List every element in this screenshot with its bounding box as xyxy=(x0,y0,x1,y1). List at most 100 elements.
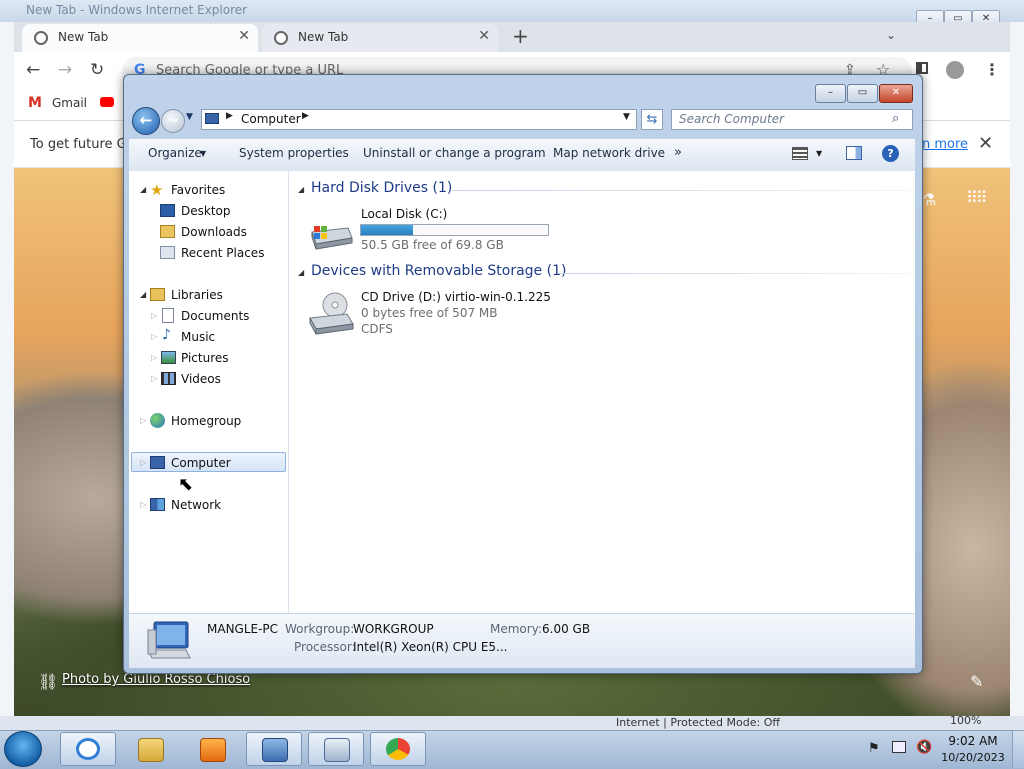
expand-arrow-icon[interactable]: ◢ xyxy=(140,185,146,194)
media-player-icon xyxy=(200,738,226,762)
group-divider xyxy=(452,190,908,191)
nav-item-pictures[interactable]: Pictures xyxy=(181,351,229,365)
network-tray-icon[interactable] xyxy=(892,741,906,753)
back-button[interactable]: ← xyxy=(132,107,160,135)
side-panel-icon[interactable] xyxy=(916,62,928,74)
tab-close-icon[interactable]: ✕ xyxy=(238,28,250,44)
tab-search-icon[interactable]: ⌄ xyxy=(886,28,896,42)
group-hard-disk-drives[interactable]: Hard Disk Drives (1) xyxy=(311,180,452,196)
nav-item-network[interactable]: Network xyxy=(171,498,221,512)
recent-places-icon xyxy=(160,246,175,259)
more-commands-button[interactable]: » xyxy=(674,145,682,160)
infobar-close-button[interactable]: ✕ xyxy=(978,133,993,154)
homegroup-icon xyxy=(150,413,165,428)
chrome-menu-icon[interactable]: ⋮ xyxy=(984,60,1000,79)
memory-value: 6.00 GB xyxy=(542,622,591,636)
search-placeholder[interactable]: Search Computer xyxy=(679,112,784,126)
memory-label: Memory: xyxy=(490,622,542,636)
nav-item-favorites[interactable]: Favorites xyxy=(171,183,225,197)
computer-monitor-icon xyxy=(147,621,191,659)
breadcrumb-computer[interactable]: Computer xyxy=(241,112,301,126)
nav-item-music[interactable]: Music xyxy=(181,330,215,344)
bookmark-gmail[interactable]: Gmail xyxy=(52,96,87,110)
action-center-flag-icon[interactable]: ⚑ xyxy=(868,741,880,756)
close-button[interactable]: ✕ xyxy=(879,84,913,103)
workgroup-value: WORKGROUP xyxy=(353,622,434,636)
search-icon[interactable]: ⌕ xyxy=(892,111,899,126)
minimize-button[interactable]: – xyxy=(815,84,846,103)
nav-item-recent-places[interactable]: Recent Places xyxy=(181,246,264,260)
infobar-text: To get future Go xyxy=(30,137,135,152)
help-icon[interactable]: ? xyxy=(882,145,899,162)
recent-pages-dropdown-icon[interactable]: ▼ xyxy=(186,112,193,122)
breadcrumb-arrow-icon[interactable]: ▶ xyxy=(226,111,233,121)
reload-icon[interactable]: ↻ xyxy=(90,60,104,80)
group-removable-storage[interactable]: Devices with Removable Storage (1) xyxy=(311,263,566,279)
collapse-arrow-icon[interactable]: ▷ xyxy=(140,458,146,467)
music-note-icon: ♪ xyxy=(162,327,171,343)
processor-label: Processor: xyxy=(294,640,356,654)
nav-item-libraries[interactable]: Libraries xyxy=(171,288,223,302)
uninstall-program-button[interactable]: Uninstall or change a program xyxy=(363,146,546,160)
back-arrow-icon[interactable]: ← xyxy=(26,60,40,80)
documents-icon xyxy=(162,308,174,323)
nav-item-downloads[interactable]: Downloads xyxy=(181,225,247,239)
collapse-arrow-icon[interactable]: ▷ xyxy=(151,353,157,362)
address-dropdown-icon[interactable]: ▼ xyxy=(623,112,630,122)
nav-item-desktop[interactable]: Desktop xyxy=(181,204,231,218)
forward-arrow-icon[interactable]: → xyxy=(58,60,72,80)
map-network-drive-button[interactable]: Map network drive xyxy=(553,146,665,160)
forward-button[interactable]: → xyxy=(161,109,185,133)
customize-pencil-icon[interactable]: ✎ xyxy=(970,672,983,691)
nav-item-homegroup[interactable]: Homegroup xyxy=(171,414,241,428)
window-app-icon xyxy=(324,738,350,762)
change-view-icon[interactable] xyxy=(792,147,808,160)
nav-item-documents[interactable]: Documents xyxy=(181,309,249,323)
tab-close-icon[interactable]: ✕ xyxy=(478,28,490,44)
tab-new-tab-2[interactable]: New Tab ✕ xyxy=(262,24,498,52)
maximize-button[interactable]: ▭ xyxy=(847,84,878,103)
chevron-down-icon[interactable]: ▼ xyxy=(200,149,206,158)
labs-flask-icon[interactable]: ⚗ xyxy=(922,190,936,209)
expand-arrow-icon[interactable]: ◢ xyxy=(140,290,146,299)
preview-pane-icon[interactable] xyxy=(846,146,862,160)
collapse-arrow-icon[interactable]: ▷ xyxy=(151,311,157,320)
internet-explorer-icon xyxy=(76,738,100,760)
collapse-arrow-icon[interactable]: ▷ xyxy=(140,500,146,509)
show-desktop-button[interactable] xyxy=(1012,731,1024,768)
computer-icon xyxy=(205,113,219,124)
videos-film-icon xyxy=(161,372,176,385)
nav-item-videos[interactable]: Videos xyxy=(181,372,221,386)
clock-date[interactable]: 10/20/2023 xyxy=(938,751,1008,764)
apps-grid-icon[interactable]: ⠿⠿ xyxy=(966,188,987,207)
cd-drive-icon[interactable] xyxy=(307,292,355,336)
refresh-icon[interactable]: ⇆ xyxy=(641,109,663,130)
drive-name-cd-drive[interactable]: CD Drive (D:) virtio-win-0.1.225 xyxy=(361,290,551,304)
clock-time[interactable]: 9:02 AM xyxy=(938,734,1008,748)
nav-item-computer[interactable]: Computer xyxy=(171,456,231,470)
organize-button[interactable]: Organize xyxy=(148,146,202,160)
drive-name-local-disk[interactable]: Local Disk (C:) xyxy=(361,207,447,221)
tab-new-tab-1[interactable]: New Tab ✕ xyxy=(22,24,258,52)
new-tab-button[interactable]: + xyxy=(512,24,529,48)
collapse-arrow-icon[interactable]: ▷ xyxy=(151,374,157,383)
drive-free-space: 50.5 GB free of 69.8 GB xyxy=(361,238,504,252)
youtube-icon[interactable] xyxy=(100,97,114,107)
profile-avatar-icon[interactable] xyxy=(946,61,964,79)
group-collapse-icon[interactable]: ◢ xyxy=(298,185,304,194)
group-collapse-icon[interactable]: ◢ xyxy=(298,268,304,277)
chevron-down-icon[interactable]: ▼ xyxy=(816,149,822,158)
ie-zoom-level[interactable]: 100% xyxy=(950,714,981,727)
gmail-icon[interactable]: M xyxy=(28,95,42,111)
collapse-arrow-icon[interactable]: ▷ xyxy=(140,416,146,425)
mouse-pointer-icon: ⬉ xyxy=(178,474,194,495)
breadcrumb-arrow-icon[interactable]: ▶ xyxy=(302,111,309,121)
infobar-learn-more-link[interactable]: n more xyxy=(922,137,968,152)
system-properties-button[interactable]: System properties xyxy=(239,146,349,160)
photo-credit-link[interactable]: Photo by Giulio Rosso Chioso xyxy=(62,672,250,687)
hard-disk-drive-icon[interactable] xyxy=(308,218,354,250)
ie-status-text: Internet | Protected Mode: Off xyxy=(616,716,780,729)
volume-muted-icon[interactable]: 🔇 xyxy=(916,740,932,755)
collapse-arrow-icon[interactable]: ▷ xyxy=(151,332,157,341)
start-button[interactable] xyxy=(4,731,42,767)
